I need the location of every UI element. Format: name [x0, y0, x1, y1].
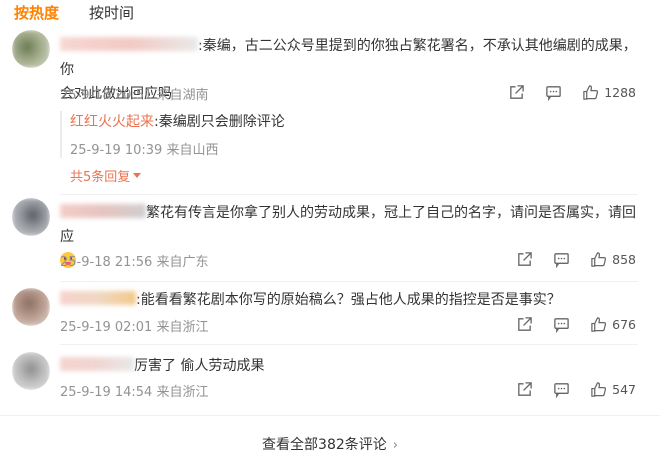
share-icon [518, 317, 532, 331]
username[interactable] [60, 204, 146, 218]
comment-button[interactable] [553, 316, 570, 333]
comment-text: :能看看繁花剧本你写的原始稿么？强占他人成果的指控是否是事实？ [60, 288, 638, 312]
comment-icon [546, 86, 561, 101]
reply-thread: 红红火火起来:秦编剧只会删除评论 25-9-19 10:39 来自山西 [60, 111, 636, 158]
tab-time[interactable]: 按时间 [89, 2, 134, 24]
comment-button[interactable] [553, 251, 570, 268]
divider [60, 281, 638, 282]
reply-meta: 25-9-19 10:39 来自山西 [70, 143, 219, 158]
comment-button[interactable] [545, 84, 562, 101]
comment-icon [554, 253, 569, 268]
like-count: 547 [612, 382, 636, 397]
tab-hot[interactable]: 按热度 [14, 2, 59, 24]
comment-icon [554, 383, 569, 398]
comment-meta: 25-9-18 21:56 来自广东 [60, 255, 209, 270]
username[interactable] [60, 357, 134, 371]
like-button[interactable]: 676 [590, 316, 636, 333]
like-button[interactable]: 1288 [582, 84, 636, 101]
more-replies-button[interactable]: 共5条回复 [70, 166, 142, 185]
chevron-right-icon: › [392, 438, 398, 453]
share-icon [518, 252, 532, 266]
comment-actions: 547 [496, 381, 636, 398]
comment-meta: 25-9-19 02:01 来自浙江 [60, 320, 209, 335]
username[interactable] [60, 37, 198, 51]
divider [60, 344, 638, 345]
sort-tabs: 按热度 按时间 [14, 2, 134, 24]
comment-text: 厉害了 偷人劳动成果 [60, 354, 638, 378]
like-count: 676 [612, 317, 636, 332]
caret-down-icon [133, 173, 142, 178]
like-count: 858 [612, 252, 636, 267]
username[interactable] [60, 291, 136, 305]
share-icon [518, 382, 532, 396]
reply-item: 红红火火起来:秦编剧只会删除评论 [70, 111, 636, 133]
comment-actions: 676 [496, 316, 636, 333]
share-icon [510, 85, 524, 99]
comment-meta: 25-9-19 14:54 来自浙江 [60, 385, 209, 400]
share-button[interactable] [508, 84, 525, 101]
view-all-comments: 查看全部382条评论 › [0, 434, 660, 454]
avatar[interactable] [12, 198, 50, 236]
comment-button[interactable] [553, 381, 570, 398]
avatar[interactable] [12, 288, 50, 326]
comment-actions: 1288 [488, 84, 636, 101]
thumbs-up-icon [591, 382, 607, 397]
thumbs-up-icon [591, 252, 607, 267]
divider [60, 194, 638, 195]
view-all-comments-button[interactable]: 查看全部382条评论 › [262, 437, 398, 453]
share-button[interactable] [516, 316, 533, 333]
reply-body: :秦编剧只会删除评论 [154, 114, 285, 130]
avatar[interactable] [12, 352, 50, 390]
comment-icon [554, 318, 569, 333]
comment-body: 繁花有传言是你拿了别人的劳动成果，冠上了自己的名字，请问是否属实，请回应 [60, 205, 636, 245]
reply-username[interactable]: 红红火火起来 [70, 114, 154, 130]
share-button[interactable] [516, 381, 533, 398]
comment-body: 厉害了 偷人劳动成果 [134, 358, 265, 374]
more-replies-label: 共5条回复 [70, 170, 131, 185]
like-count: 1288 [604, 85, 636, 100]
comment-actions: 858 [496, 251, 636, 268]
avatar[interactable] [12, 30, 50, 68]
divider [0, 415, 660, 416]
comment-meta: 25-9-18 20:51 来自湖南 [60, 88, 209, 103]
view-all-label: 查看全部382条评论 [262, 437, 387, 453]
share-button[interactable] [516, 251, 533, 268]
like-button[interactable]: 858 [590, 251, 636, 268]
thumbs-up-icon [591, 317, 607, 332]
like-button[interactable]: 547 [590, 381, 636, 398]
thumbs-up-icon [583, 85, 599, 100]
comment-body: :能看看繁花剧本你写的原始稿么？强占他人成果的指控是否是事实？ [136, 292, 561, 308]
